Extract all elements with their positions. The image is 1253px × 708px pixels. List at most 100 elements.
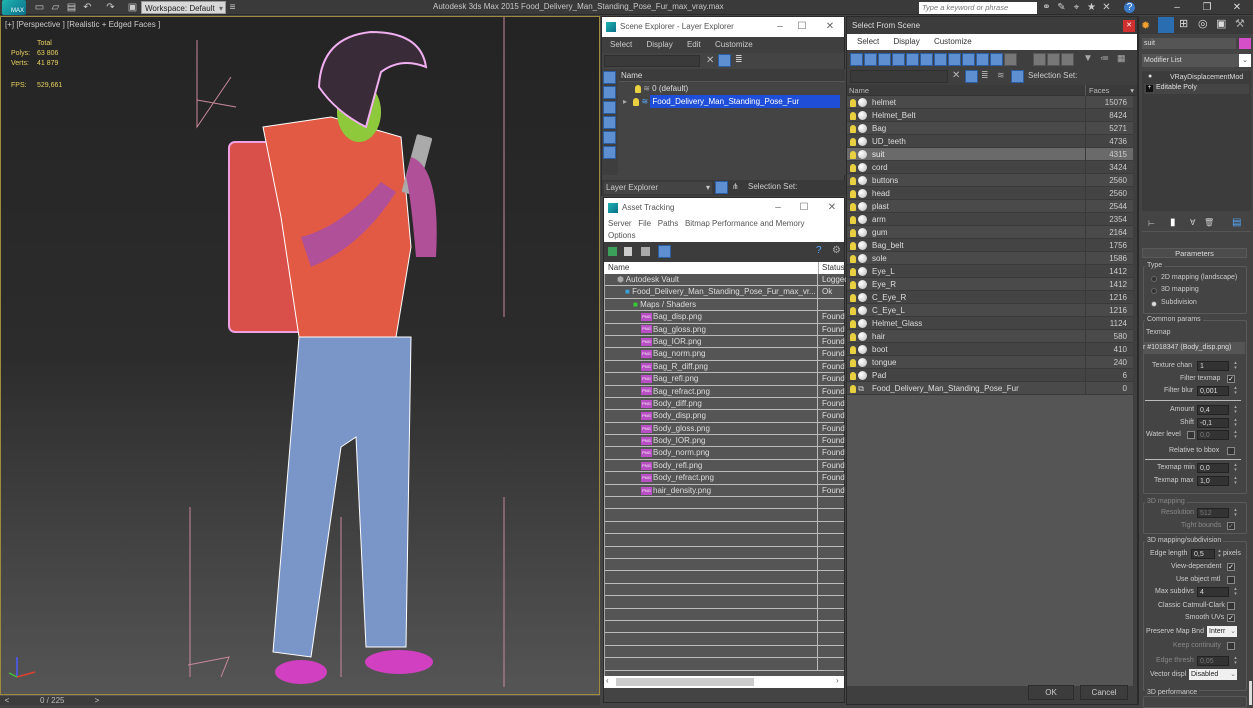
name-column-header[interactable]: Name	[619, 69, 845, 82]
menu-select[interactable]: Select	[857, 37, 879, 46]
spinner-arrows-icon[interactable]: ▴ ▾	[1233, 405, 1238, 415]
display-lights-icon[interactable]	[603, 101, 616, 114]
asset-row[interactable]: ■ Maps / Shaders	[605, 298, 844, 312]
asset-row[interactable]: PNG Bag_refract.png Found	[605, 385, 845, 398]
view-dependent-checkbox[interactable]: ✓	[1227, 563, 1235, 571]
edge-length-spinner[interactable]: 0,5	[1191, 549, 1215, 559]
select-invert-icon[interactable]	[1061, 53, 1074, 66]
column-name-header[interactable]: Name	[608, 262, 629, 274]
utilities-tab-icon[interactable]: ⚒	[1235, 17, 1245, 30]
visibility-bulb-icon[interactable]	[850, 189, 856, 198]
menu-customize[interactable]: Customize	[934, 37, 972, 46]
tree-view-icon[interactable]	[641, 247, 650, 256]
list-view-icon[interactable]	[624, 247, 632, 256]
display-helpers-icon[interactable]	[906, 53, 919, 66]
display-cameras-icon[interactable]	[892, 53, 905, 66]
texture-chan-spinner[interactable]: 1	[1197, 361, 1229, 371]
binoculars-icon[interactable]: ⚭	[1041, 2, 1052, 13]
menu-paths[interactable]: Paths	[658, 219, 678, 228]
menu-edit[interactable]: Edit	[687, 40, 701, 49]
clear-search-icon[interactable]: ✕	[952, 70, 960, 81]
close-button[interactable]: ✕	[822, 198, 842, 217]
object-row[interactable]: suit 4315	[847, 148, 1133, 161]
create-tab-icon[interactable]: ✹	[1141, 19, 1150, 32]
visibility-bulb-icon[interactable]	[850, 254, 856, 263]
asset-row[interactable]: ⬢ Autodesk Vault Logged	[605, 274, 849, 287]
layer-manager-icon[interactable]	[715, 181, 728, 194]
column-status-header[interactable]: Status	[818, 262, 845, 274]
asset-row[interactable]: PNG Bag_IOR.png Found	[605, 335, 845, 349]
resolution-spinner[interactable]: 512	[1197, 508, 1229, 518]
visibility-bulb-icon[interactable]	[633, 97, 640, 106]
sort-icon[interactable]: ≔	[1100, 53, 1109, 64]
visibility-bulb-icon[interactable]	[850, 332, 856, 341]
visibility-bulb-icon[interactable]	[850, 306, 856, 315]
asset-row[interactable]: ■ Food_Delivery_Man_Standing_Pose_Fur_ma…	[605, 286, 844, 299]
radio-subdivision[interactable]	[1151, 301, 1157, 307]
spinner-arrows-icon[interactable]: ▴ ▾	[1233, 418, 1238, 428]
display-spacewarps-icon[interactable]	[603, 146, 616, 159]
scroll-left-icon[interactable]: ‹	[606, 676, 609, 685]
amount-spinner[interactable]: 0,4	[1197, 405, 1229, 415]
columns-icon[interactable]: ▦	[1117, 53, 1126, 64]
spinner-arrows-icon[interactable]: ▴ ▾	[1217, 549, 1222, 559]
remove-modifier-icon[interactable]: 🗑	[1204, 218, 1214, 227]
display-tab-icon[interactable]: ▣	[1216, 17, 1226, 30]
filter-icon[interactable]: ▼	[1083, 53, 1093, 64]
asset-row[interactable]: PNG Bag_norm.png Found	[605, 348, 845, 361]
object-row[interactable]: UD_teeth 4736	[847, 135, 1133, 148]
spinner-arrows-icon[interactable]: ▴ ▾	[1233, 361, 1238, 371]
scene-explorer-titlebar[interactable]: Scene Explorer - Layer Explorer – ☐ ✕	[602, 17, 844, 37]
asset-row[interactable]: PNG Bag_gloss.png Found	[605, 323, 845, 336]
display-spacewarps-icon[interactable]	[920, 53, 933, 66]
display-xrefs-icon[interactable]	[948, 53, 961, 66]
ok-button[interactable]: OK	[1028, 685, 1074, 700]
make-unique-icon[interactable]: ∀	[1190, 218, 1195, 227]
visibility-bulb-icon[interactable]	[850, 371, 856, 380]
visibility-bulb-icon[interactable]	[850, 150, 856, 159]
object-row[interactable]: C_Eye_R 1216	[847, 291, 1133, 304]
visibility-bulb-icon[interactable]	[850, 228, 856, 237]
asset-row[interactable]: PNG Body_IOR.png Found	[605, 435, 845, 448]
undo-icon[interactable]: ↶	[82, 2, 93, 13]
time-slider[interactable]: < 0 / 225 >	[0, 695, 600, 705]
visibility-bulb-icon[interactable]	[850, 345, 856, 354]
select-all-icon[interactable]	[1033, 53, 1046, 66]
display-hidden-icon[interactable]	[1004, 53, 1017, 66]
asset-row[interactable]: PNG Body_gloss.png Found	[605, 422, 845, 436]
light-bulb-icon[interactable]: ●	[1148, 73, 1152, 80]
hierarchy-icon[interactable]	[1011, 70, 1024, 83]
minimize-button[interactable]: –	[770, 17, 790, 37]
object-row[interactable]: buttons 2560	[847, 174, 1133, 187]
asset-row[interactable]: PNG hair_density.png Found	[605, 484, 845, 498]
modify-tab-icon[interactable]	[1158, 17, 1174, 33]
minimize-button[interactable]: –	[768, 198, 788, 217]
visibility-bulb-icon[interactable]	[850, 293, 856, 302]
horizontal-scrollbar[interactable]: ‹ ›	[604, 676, 844, 688]
close-button[interactable]: ✕	[1225, 0, 1249, 15]
radio-3d-mapping[interactable]	[1151, 288, 1157, 294]
visibility-bulb-icon[interactable]	[635, 84, 641, 93]
spinner-arrows-icon[interactable]: ▴ ▾	[1233, 656, 1238, 666]
asset-row[interactable]: PNG Body_disp.png Found	[605, 410, 845, 423]
spinner-arrows-icon[interactable]: ▴ ▾	[1233, 508, 1238, 518]
perspective-viewport[interactable]: [+] [Perspective ] [Realistic + Edged Fa…	[0, 16, 600, 695]
display-containers-icon[interactable]	[976, 53, 989, 66]
help-icon[interactable]: ?	[816, 245, 822, 256]
filter-blur-spinner[interactable]: 0,001	[1197, 386, 1229, 396]
menu-file[interactable]: File	[638, 219, 651, 228]
cancel-button[interactable]: Cancel	[1080, 685, 1128, 700]
display-cameras-icon[interactable]	[603, 116, 616, 129]
customize-toolbar-icon[interactable]: ≡	[227, 2, 238, 13]
scrollbar-thumb[interactable]	[616, 678, 754, 686]
menu-server[interactable]: Server	[608, 219, 632, 228]
help-icon[interactable]: ?	[1124, 2, 1135, 13]
display-lights-icon[interactable]	[878, 53, 891, 66]
spinner-arrows-icon[interactable]: ▴ ▾	[1233, 587, 1238, 597]
spinner-arrows-icon[interactable]: ▴ ▾	[1233, 463, 1238, 473]
project-folder-icon[interactable]: ▣	[127, 2, 138, 13]
layers-icon[interactable]: ≣	[735, 54, 743, 65]
object-row[interactable]: ⧉ Food_Delivery_Man_Standing_Pose_Fur 0	[847, 382, 1133, 395]
classic-catmull-clark-checkbox[interactable]	[1227, 602, 1235, 610]
asset-row[interactable]: PNG Body_norm.png Found	[605, 447, 845, 460]
